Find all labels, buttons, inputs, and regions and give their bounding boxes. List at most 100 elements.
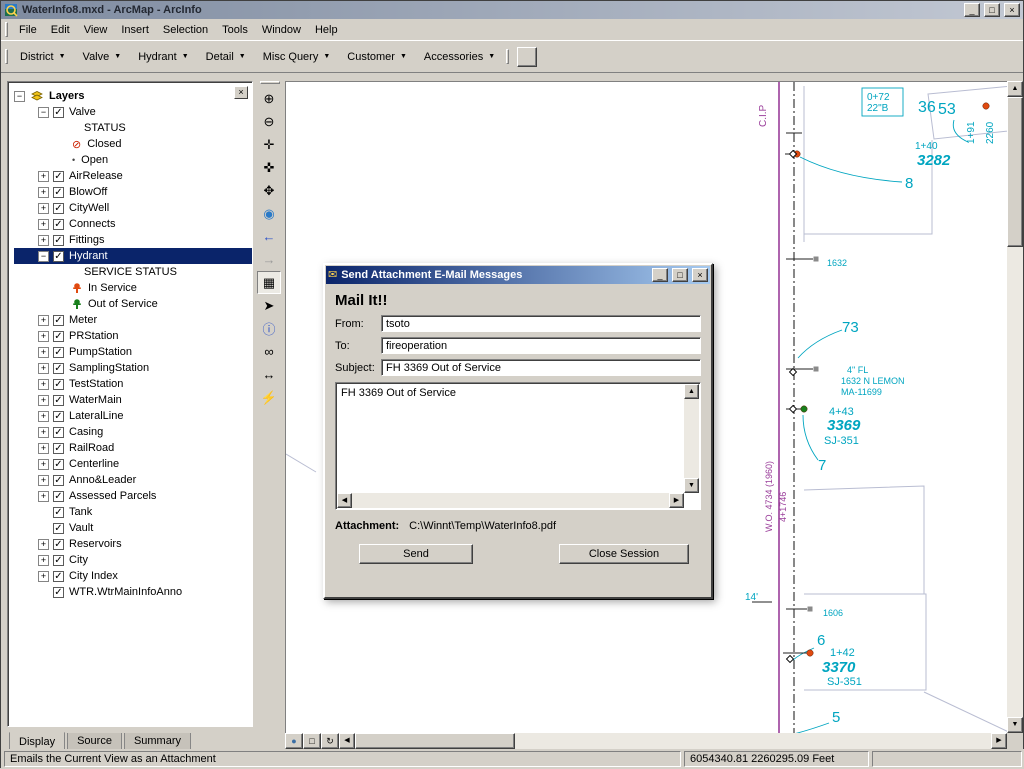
layer-label-city[interactable]: City — [69, 554, 88, 566]
toolbar-menu-accessories[interactable]: Accessories ▼ — [416, 47, 503, 67]
data-view-button[interactable]: ● — [285, 733, 303, 749]
palette-grip[interactable] — [260, 81, 280, 84]
toolbar-menu-misc-query[interactable]: Misc Query ▼ — [255, 47, 339, 67]
layer-label-citywell[interactable]: CityWell — [69, 202, 109, 214]
expander-connects[interactable]: + — [38, 218, 49, 230]
layer-label-reservoirs[interactable]: Reservoirs — [69, 538, 122, 550]
expander-casing[interactable]: + — [38, 426, 49, 438]
message-horizontal-scrollbar[interactable]: ◀ ▶ — [337, 493, 684, 508]
menu-selection[interactable]: Selection — [156, 21, 215, 39]
fixed-zoom-in-tool[interactable]: ✛ — [257, 133, 281, 156]
subject-input[interactable] — [381, 359, 701, 376]
layer-row-tank[interactable]: ✓ Tank — [14, 504, 252, 520]
checkbox-valve[interactable]: ✓ — [53, 106, 64, 118]
expander-hydrant[interactable]: − — [38, 250, 49, 262]
legend-item-row[interactable]: In Service — [14, 280, 252, 296]
layer-label-fittings[interactable]: Fittings — [69, 234, 104, 246]
layers-root-row[interactable]: − Layers — [14, 88, 252, 104]
layer-label-city-index[interactable]: City Index — [69, 570, 118, 582]
checkbox-casing[interactable]: ✓ — [53, 426, 64, 438]
layer-row-wtr-wtrmaininfoanno[interactable]: ✓ WTR.WtrMainInfoAnno — [14, 584, 252, 600]
menu-view[interactable]: View — [77, 21, 115, 39]
dialog-close-button[interactable]: × — [692, 268, 708, 282]
measure-tool[interactable]: ↔ — [257, 363, 281, 386]
checkbox-vault[interactable]: ✓ — [53, 522, 64, 534]
checkbox-lateralline[interactable]: ✓ — [53, 410, 64, 422]
legend-symbol-closed[interactable]: ⊘ — [72, 138, 81, 151]
expander-samplingstation[interactable]: + — [38, 362, 49, 374]
layer-label-anno-leader[interactable]: Anno&Leader — [69, 474, 136, 486]
close-session-button[interactable]: Close Session — [559, 544, 689, 564]
go-back-tool[interactable]: ← — [257, 225, 281, 248]
checkbox-prstation[interactable]: ✓ — [53, 330, 64, 342]
layer-row-railroad[interactable]: + ✓ RailRoad — [14, 440, 252, 456]
layer-label-samplingstation[interactable]: SamplingStation — [69, 362, 149, 374]
checkbox-centerline[interactable]: ✓ — [53, 458, 64, 470]
dialog-titlebar[interactable]: ✉ Send Attachment E-Mail Messages _ □ × — [326, 266, 710, 284]
menu-window[interactable]: Window — [255, 21, 308, 39]
checkbox-reservoirs[interactable]: ✓ — [53, 538, 64, 550]
layer-row-anno-leader[interactable]: + ✓ Anno&Leader — [14, 472, 252, 488]
checkbox-city-index[interactable]: ✓ — [53, 570, 64, 582]
layer-row-fittings[interactable]: + ✓ Fittings — [14, 232, 252, 248]
layer-label-vault[interactable]: Vault — [69, 522, 93, 534]
expander-prstation[interactable]: + — [38, 330, 49, 342]
fixed-zoom-out-tool[interactable]: ✜ — [257, 156, 281, 179]
dialog-minimize-button[interactable]: _ — [652, 268, 668, 282]
expander-pumpstation[interactable]: + — [38, 346, 49, 358]
layer-row-city[interactable]: + ✓ City — [14, 552, 252, 568]
expander-city[interactable]: + — [38, 554, 49, 566]
checkbox-samplingstation[interactable]: ✓ — [53, 362, 64, 374]
layer-row-citywell[interactable]: + ✓ CityWell — [14, 200, 252, 216]
layer-label-railroad[interactable]: RailRoad — [69, 442, 114, 454]
checkbox-city[interactable]: ✓ — [53, 554, 64, 566]
checkbox-meter[interactable]: ✓ — [53, 314, 64, 326]
message-scroll-down[interactable]: ▼ — [684, 478, 699, 493]
checkbox-airrelease[interactable]: ✓ — [53, 170, 64, 182]
layer-label-prstation[interactable]: PRStation — [69, 330, 119, 342]
layer-row-lateralline[interactable]: + ✓ LateralLine — [14, 408, 252, 424]
find-tool[interactable]: ∞ — [257, 340, 281, 363]
toolbar-menu-detail[interactable]: Detail ▼ — [198, 47, 254, 67]
legend-symbol-hydrant[interactable] — [72, 282, 82, 294]
expander-valve[interactable]: − — [38, 106, 49, 118]
window-close-button[interactable]: × — [1004, 3, 1020, 17]
expander-watermain[interactable]: + — [38, 394, 49, 406]
layer-label-meter[interactable]: Meter — [69, 314, 97, 326]
expander-reservoirs[interactable]: + — [38, 538, 49, 550]
scroll-up-button[interactable]: ▲ — [1007, 81, 1023, 97]
checkbox-anno-leader[interactable]: ✓ — [53, 474, 64, 486]
expander-city-index[interactable]: + — [38, 570, 49, 582]
layer-label-airrelease[interactable]: AirRelease — [69, 170, 123, 182]
vertical-scroll-track[interactable] — [1007, 247, 1023, 717]
layout-view-button[interactable]: □ — [303, 733, 321, 749]
toolbar-grip[interactable] — [5, 49, 8, 64]
to-input[interactable] — [381, 337, 701, 354]
menu-help[interactable]: Help — [308, 21, 345, 39]
checkbox-assessed-parcels[interactable]: ✓ — [53, 490, 64, 502]
layer-label-lateralline[interactable]: LateralLine — [69, 410, 123, 422]
from-input[interactable] — [381, 315, 701, 332]
layer-label-wtr-wtrmaininfoanno[interactable]: WTR.WtrMainInfoAnno — [69, 586, 182, 598]
layer-row-watermain[interactable]: + ✓ WaterMain — [14, 392, 252, 408]
dialog-maximize-button[interactable]: □ — [672, 268, 688, 282]
identify-tool[interactable]: ⓘ — [257, 317, 281, 340]
toolbar-grip-2[interactable] — [506, 49, 510, 64]
message-scroll-up[interactable]: ▲ — [684, 384, 699, 399]
menu-grip[interactable] — [5, 22, 8, 37]
toolbar-menu-customer[interactable]: Customer ▼ — [339, 47, 415, 67]
expander-meter[interactable]: + — [38, 314, 49, 326]
layer-row-prstation[interactable]: + ✓ PRStation — [14, 328, 252, 344]
expander-centerline[interactable]: + — [38, 458, 49, 470]
expander-blowoff[interactable]: + — [38, 186, 49, 198]
layer-row-samplingstation[interactable]: + ✓ SamplingStation — [14, 360, 252, 376]
window-minimize-button[interactable]: _ — [964, 3, 980, 17]
layer-row-airrelease[interactable]: + ✓ AirRelease — [14, 168, 252, 184]
layer-label-blowoff[interactable]: BlowOff — [69, 186, 107, 198]
expander-airrelease[interactable]: + — [38, 170, 49, 182]
layer-row-assessed-parcels[interactable]: + ✓ Assessed Parcels — [14, 488, 252, 504]
select-features-tool[interactable]: ▦ — [257, 271, 281, 294]
layer-row-hydrant[interactable]: − ✓ Hydrant — [14, 248, 252, 264]
menu-tools[interactable]: Tools — [215, 21, 255, 39]
layer-label-casing[interactable]: Casing — [69, 426, 103, 438]
